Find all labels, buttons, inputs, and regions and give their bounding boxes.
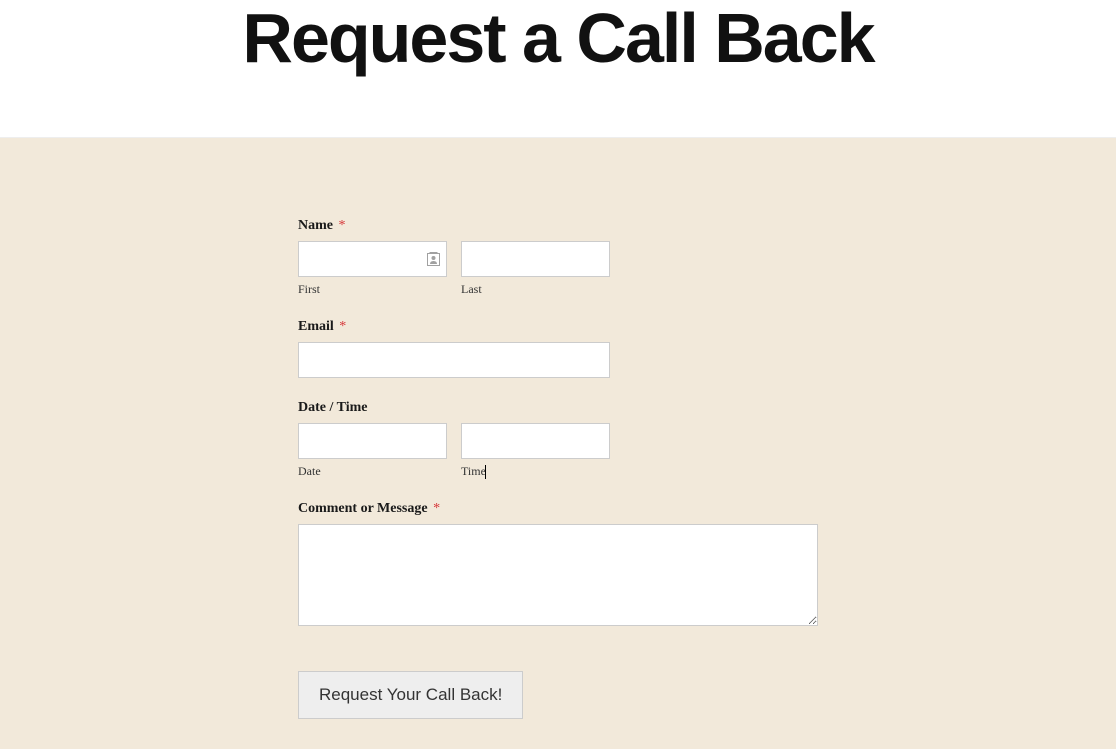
contact-card-icon <box>427 252 440 266</box>
header-section: Request a Call Back <box>0 0 1116 138</box>
time-sublabel: Time <box>461 464 610 479</box>
date-input[interactable] <box>298 423 447 459</box>
comment-field-group: Comment or Message * <box>298 501 818 631</box>
form-section: Name * First <box>0 138 1116 749</box>
time-sublabel-text: Time <box>461 464 486 478</box>
first-name-sublabel: First <box>298 282 447 297</box>
comment-label: Comment or Message * <box>298 501 818 517</box>
last-name-input[interactable] <box>461 241 610 277</box>
name-label-text: Name <box>298 218 333 233</box>
email-input[interactable] <box>298 342 610 378</box>
time-input[interactable] <box>461 423 610 459</box>
form-container: Name * First <box>298 218 818 719</box>
datetime-input-row: Date Time <box>298 423 818 479</box>
required-asterisk: * <box>433 501 440 516</box>
first-name-col: First <box>298 241 447 297</box>
email-label-text: Email <box>298 319 334 334</box>
datetime-label: Date / Time <box>298 400 818 416</box>
page-title: Request a Call Back <box>0 0 1116 77</box>
email-label: Email * <box>298 319 818 335</box>
name-input-row: First Last <box>298 241 818 297</box>
email-field-group: Email * <box>298 319 818 378</box>
name-field-group: Name * First <box>298 218 818 297</box>
comment-label-text: Comment or Message <box>298 501 428 516</box>
first-name-input[interactable] <box>298 241 447 277</box>
last-name-sublabel: Last <box>461 282 610 297</box>
datetime-field-group: Date / Time Date Time <box>298 400 818 479</box>
submit-button[interactable]: Request Your Call Back! <box>298 671 523 719</box>
time-col: Time <box>461 423 610 479</box>
first-name-wrapper <box>298 241 447 277</box>
comment-textarea[interactable] <box>298 524 818 626</box>
date-col: Date <box>298 423 447 479</box>
datetime-label-text: Date / Time <box>298 400 367 415</box>
required-asterisk: * <box>339 319 346 334</box>
last-name-col: Last <box>461 241 610 297</box>
date-sublabel: Date <box>298 464 447 479</box>
required-asterisk: * <box>339 218 346 233</box>
name-label: Name * <box>298 218 818 234</box>
text-cursor <box>485 465 486 479</box>
